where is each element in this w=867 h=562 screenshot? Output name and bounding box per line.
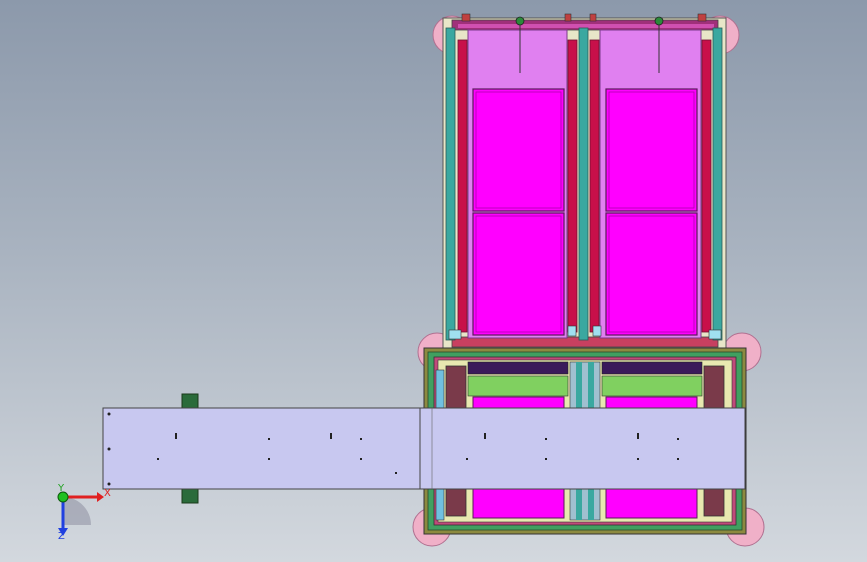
right-crimson-rail (701, 39, 712, 333)
hanger-knob-right (654, 16, 664, 26)
base-tray-left-lower (472, 487, 565, 519)
left-cabinet-door-upper (472, 88, 565, 212)
coordinate-triad (57, 491, 104, 536)
motor-block-top (181, 393, 199, 410)
left-teal-rail (445, 27, 456, 341)
center-teal-rail (578, 27, 589, 341)
y-axis-label: Y (58, 483, 65, 494)
right-cabinet-door-upper (605, 88, 698, 212)
right-teal-rail (712, 27, 723, 341)
conveyor-plate (102, 407, 746, 490)
assembly-model[interactable] (0, 0, 867, 562)
x-axis-label: X (104, 488, 111, 499)
tower-top-beam-inner (458, 24, 714, 28)
z-axis-label: Z (58, 531, 65, 542)
base-tray-right-lower (605, 487, 698, 519)
right-cabinet-door-lower (605, 212, 698, 336)
hanger-knob-left (515, 16, 525, 26)
center-crimson-rail-b (589, 39, 600, 333)
left-cabinet-door-lower (472, 212, 565, 336)
upper-tower[interactable] (417, 13, 762, 372)
cad-graphics-viewport[interactable]: X Y Z (0, 0, 867, 562)
motor-block-bottom (181, 487, 199, 504)
center-crimson-rail-a (567, 39, 578, 333)
left-crimson-rail (457, 39, 468, 333)
conveyor[interactable] (102, 393, 746, 504)
